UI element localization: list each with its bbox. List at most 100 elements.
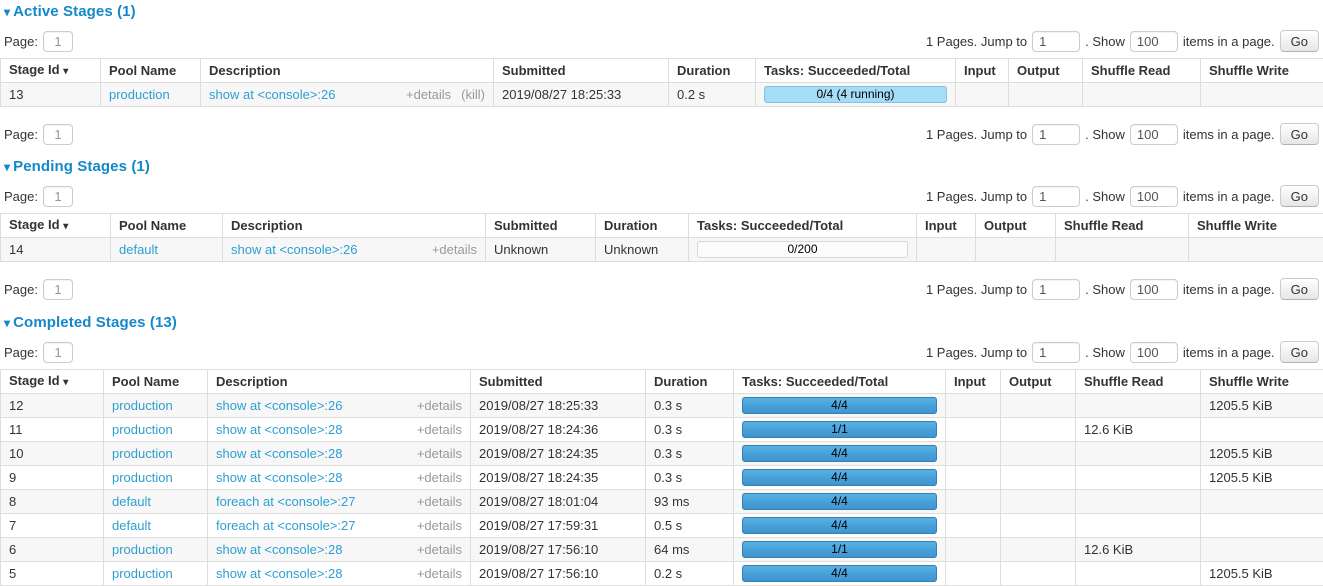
details-link[interactable]: +details — [417, 422, 462, 437]
details-link[interactable]: +details — [417, 398, 462, 413]
pool-name-link[interactable]: default — [112, 494, 151, 509]
kill-link[interactable]: (kill) — [461, 87, 485, 102]
collapse-arrow-icon: ▾ — [4, 160, 10, 174]
page-number-input[interactable] — [43, 279, 73, 300]
go-button[interactable]: Go — [1280, 30, 1319, 52]
active-stages-heading[interactable]: ▾Active Stages (1) — [4, 0, 1323, 20]
column-header-pool-name[interactable]: Pool Name — [104, 370, 208, 394]
go-button[interactable]: Go — [1280, 123, 1319, 145]
column-header-input[interactable]: Input — [946, 370, 1001, 394]
column-header-output[interactable]: Output — [976, 214, 1056, 238]
pool-name-link[interactable]: default — [112, 518, 151, 533]
details-link[interactable]: +details — [417, 446, 462, 461]
pool-name-link[interactable]: production — [112, 422, 173, 437]
description-link[interactable]: show at <console>:26 — [216, 398, 342, 413]
input-cell — [946, 514, 1001, 538]
column-header-input[interactable]: Input — [956, 59, 1009, 83]
submitted-cell: 2019/08/27 18:24:35 — [471, 442, 646, 466]
description-link[interactable]: show at <console>:28 — [216, 446, 342, 461]
column-header-shuffle-read[interactable]: Shuffle Read — [1076, 370, 1201, 394]
collapse-arrow-icon: ▾ — [4, 5, 10, 19]
column-header-tasks-succeeded-total[interactable]: Tasks: Succeeded/Total — [734, 370, 946, 394]
column-header-output[interactable]: Output — [1009, 59, 1083, 83]
table-row: 14defaultshow at <console>:26+detailsUnk… — [1, 238, 1323, 262]
description-link[interactable]: show at <console>:28 — [216, 566, 342, 581]
column-header-duration[interactable]: Duration — [669, 59, 756, 83]
column-header-stage-id[interactable]: Stage Id ▾ — [1, 370, 104, 394]
shuffle-write-cell: 1205.5 KiB — [1201, 466, 1323, 490]
completed-stages-heading[interactable]: ▾Completed Stages (13) — [4, 314, 1323, 331]
column-header-description[interactable]: Description — [201, 59, 494, 83]
column-header-duration[interactable]: Duration — [596, 214, 689, 238]
jump-to-input[interactable] — [1032, 31, 1080, 52]
description-link[interactable]: show at <console>:26 — [231, 242, 357, 257]
description-link[interactable]: foreach at <console>:27 — [216, 518, 356, 533]
details-link[interactable]: +details — [417, 470, 462, 485]
column-header-duration[interactable]: Duration — [646, 370, 734, 394]
column-header-shuffle-read[interactable]: Shuffle Read — [1083, 59, 1201, 83]
column-header-stage-id[interactable]: Stage Id ▾ — [1, 59, 101, 83]
details-link[interactable]: +details — [432, 242, 477, 257]
jump-to-input[interactable] — [1032, 124, 1080, 145]
details-link[interactable]: +details — [406, 87, 451, 102]
description-link[interactable]: show at <console>:26 — [209, 87, 335, 102]
jump-to-input[interactable] — [1032, 279, 1080, 300]
column-header-submitted[interactable]: Submitted — [494, 59, 669, 83]
collapse-arrow-icon: ▾ — [4, 316, 10, 330]
show-count-input[interactable] — [1130, 31, 1178, 52]
shuffle-read-cell — [1056, 238, 1189, 262]
show-count-input[interactable] — [1130, 186, 1178, 207]
show-count-input[interactable] — [1130, 342, 1178, 363]
pending-stages-heading[interactable]: ▾Pending Stages (1) — [4, 158, 1323, 175]
task-progress-bar: 4/4 — [742, 565, 937, 582]
show-count-input[interactable] — [1130, 279, 1178, 300]
column-header-shuffle-read[interactable]: Shuffle Read — [1056, 214, 1189, 238]
column-header-shuffle-write[interactable]: Shuffle Write — [1201, 59, 1323, 83]
table-row: 9productionshow at <console>:28+details2… — [1, 466, 1323, 490]
details-link[interactable]: +details — [417, 566, 462, 581]
column-header-submitted[interactable]: Submitted — [471, 370, 646, 394]
details-link[interactable]: +details — [417, 518, 462, 533]
column-header-tasks-succeeded-total[interactable]: Tasks: Succeeded/Total — [756, 59, 956, 83]
pool-name-link[interactable]: production — [109, 87, 170, 102]
page-number-input[interactable] — [43, 342, 73, 363]
column-header-pool-name[interactable]: Pool Name — [111, 214, 223, 238]
page-number-input[interactable] — [43, 31, 73, 52]
jump-to-input[interactable] — [1032, 186, 1080, 207]
column-header-output[interactable]: Output — [1001, 370, 1076, 394]
description-link[interactable]: show at <console>:28 — [216, 470, 342, 485]
duration-cell: Unknown — [596, 238, 689, 262]
duration-cell: 0.3 s — [646, 418, 734, 442]
column-header-input[interactable]: Input — [917, 214, 976, 238]
description-link[interactable]: foreach at <console>:27 — [216, 494, 356, 509]
column-header-description[interactable]: Description — [223, 214, 486, 238]
column-header-description[interactable]: Description — [208, 370, 471, 394]
pool-name-link[interactable]: default — [119, 242, 158, 257]
go-button[interactable]: Go — [1280, 185, 1319, 207]
page-number-input[interactable] — [43, 186, 73, 207]
pool-name-link[interactable]: production — [112, 446, 173, 461]
description-link[interactable]: show at <console>:28 — [216, 422, 342, 437]
column-header-shuffle-write[interactable]: Shuffle Write — [1189, 214, 1323, 238]
go-button[interactable]: Go — [1280, 341, 1319, 363]
duration-cell: 0.2 s — [646, 562, 734, 586]
stage-id-cell: 11 — [1, 418, 104, 442]
pool-name-link[interactable]: production — [112, 470, 173, 485]
description-cell: show at <console>:26 +details — [223, 238, 486, 262]
column-header-pool-name[interactable]: Pool Name — [101, 59, 201, 83]
column-header-shuffle-write[interactable]: Shuffle Write — [1201, 370, 1323, 394]
pool-name-link[interactable]: production — [112, 398, 173, 413]
description-cell: show at <console>:28 +details — [208, 466, 471, 490]
jump-to-input[interactable] — [1032, 342, 1080, 363]
column-header-submitted[interactable]: Submitted — [486, 214, 596, 238]
details-link[interactable]: +details — [417, 494, 462, 509]
output-cell — [1001, 514, 1076, 538]
table-row: 13productionshow at <console>:26+details… — [1, 83, 1323, 107]
go-button[interactable]: Go — [1280, 278, 1319, 300]
column-header-stage-id[interactable]: Stage Id ▾ — [1, 214, 111, 238]
page-number-input[interactable] — [43, 124, 73, 145]
submitted-cell: 2019/08/27 18:01:04 — [471, 490, 646, 514]
show-count-input[interactable] — [1130, 124, 1178, 145]
column-header-tasks-succeeded-total[interactable]: Tasks: Succeeded/Total — [689, 214, 917, 238]
pool-name-link[interactable]: production — [112, 566, 173, 581]
